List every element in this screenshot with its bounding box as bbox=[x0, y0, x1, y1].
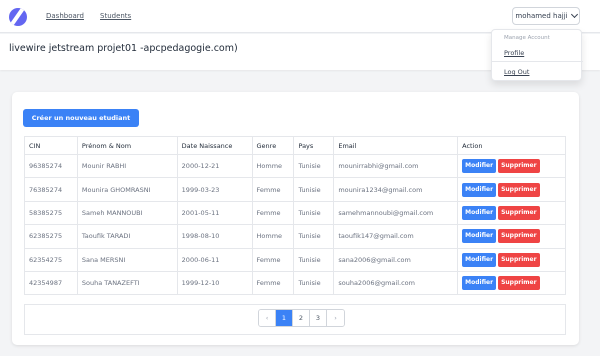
column-header-country: Pays bbox=[293, 136, 335, 155]
cell-country: Tunisie bbox=[293, 247, 335, 272]
edit-button[interactable]: Modifier bbox=[462, 205, 497, 220]
cell-email: sana2006@gmail.com bbox=[333, 247, 459, 272]
cell-cin: 58385275 bbox=[24, 200, 78, 226]
table-row: 62385275 Taoufik TARADI 1998-08-10 Homme… bbox=[24, 224, 566, 249]
students-table: CIN Prénom & Nom Date Naissance Genre Pa… bbox=[24, 136, 566, 296]
column-header-gender: Genre bbox=[251, 136, 295, 155]
edit-button[interactable]: Modifier bbox=[462, 252, 497, 267]
column-header-action: Action bbox=[457, 136, 566, 155]
cell-country: Tunisie bbox=[293, 270, 335, 296]
cell-email: mounirrabhi@gmail.com bbox=[333, 153, 459, 179]
delete-button[interactable]: Supprimer bbox=[498, 159, 540, 174]
delete-button[interactable]: Supprimer bbox=[498, 182, 540, 197]
cell-name: Taoufik TARADI bbox=[76, 224, 178, 249]
cell-cin: 96385274 bbox=[24, 153, 78, 179]
cell-country: Tunisie bbox=[293, 200, 335, 226]
delete-button[interactable]: Supprimer bbox=[498, 205, 540, 220]
logout-link[interactable]: Log Out bbox=[504, 68, 529, 76]
cell-gender: Femme bbox=[251, 247, 295, 272]
column-header-name: Prénom & Nom bbox=[76, 136, 178, 155]
nav-link-dashboard[interactable]: Dashboard bbox=[46, 12, 84, 20]
cell-birthdate: 2001-05-11 bbox=[176, 200, 253, 226]
pagination-next[interactable]: › bbox=[327, 310, 344, 326]
table-header-row: CIN Prénom & Nom Date Naissance Genre Pa… bbox=[24, 136, 566, 155]
cell-actions: Modifier Supprimer bbox=[457, 270, 566, 296]
chevron-down-icon bbox=[570, 10, 578, 19]
dropdown-divider bbox=[492, 61, 583, 62]
cell-email: taoufik147@gmail.com bbox=[333, 224, 459, 249]
nav-link-students[interactable]: Students bbox=[100, 12, 131, 20]
table-row: 42354987 Souha TANAZEFTI 1999-12-10 Femm… bbox=[24, 270, 566, 296]
pagination: ‹ 1 2 3 › bbox=[258, 309, 345, 327]
column-header-email: Email bbox=[333, 136, 459, 155]
pagination-container: ‹ 1 2 3 › bbox=[24, 304, 566, 335]
delete-button[interactable]: Supprimer bbox=[498, 276, 540, 291]
cell-birthdate: 1999-03-23 bbox=[176, 177, 253, 202]
cell-cin: 76385274 bbox=[24, 177, 78, 202]
cell-gender: Femme bbox=[251, 200, 295, 226]
delete-button[interactable]: Supprimer bbox=[498, 252, 540, 267]
pagination-prev[interactable]: ‹ bbox=[259, 310, 276, 326]
cell-country: Tunisie bbox=[293, 224, 335, 249]
dropdown-heading: Manage Account bbox=[504, 35, 550, 41]
user-name: mohamed hajji bbox=[515, 12, 568, 20]
cell-cin: 42354987 bbox=[24, 270, 78, 296]
column-header-birthdate: Date Naissance bbox=[176, 136, 253, 155]
students-card: Créer un nouveau etudiant CIN Prénom & N… bbox=[12, 92, 579, 345]
pagination-page-1[interactable]: 1 bbox=[276, 310, 293, 326]
cell-cin: 62354275 bbox=[24, 247, 78, 272]
pagination-page-2[interactable]: 2 bbox=[293, 310, 310, 326]
table-row: 76385274 Mounira GHOMRASNI 1999-03-23 Fe… bbox=[24, 177, 566, 202]
edit-button[interactable]: Modifier bbox=[462, 182, 497, 197]
delete-button[interactable]: Supprimer bbox=[498, 229, 540, 244]
cell-actions: Modifier Supprimer bbox=[457, 200, 566, 226]
cell-birthdate: 2000-12-21 bbox=[176, 153, 253, 179]
cell-gender: Homme bbox=[251, 153, 295, 179]
page-title: livewire jetstream projet01 -apcpedagogi… bbox=[9, 43, 238, 54]
cell-actions: Modifier Supprimer bbox=[457, 177, 566, 202]
account-dropdown: Manage Account Profile Log Out bbox=[491, 29, 583, 81]
cell-name: Mounira GHOMRASNI bbox=[76, 177, 178, 202]
cell-country: Tunisie bbox=[293, 177, 335, 202]
cell-email: souha2006@gmail.com bbox=[333, 270, 459, 296]
logo-icon[interactable] bbox=[9, 8, 27, 26]
cell-name: Sana MERSNI bbox=[76, 247, 178, 272]
pagination-page-3[interactable]: 3 bbox=[310, 310, 327, 326]
column-header-cin: CIN bbox=[24, 136, 78, 155]
cell-name: Sameh MANNOUBI bbox=[76, 200, 178, 226]
cell-gender: Femme bbox=[251, 177, 295, 202]
cell-name: Souha TANAZEFTI bbox=[76, 270, 178, 296]
cell-email: samehmannoubi@gmail.com bbox=[333, 200, 459, 226]
cell-cin: 62385275 bbox=[24, 224, 78, 249]
user-menu-button[interactable]: mohamed hajji bbox=[512, 7, 580, 25]
table-row: 62354275 Sana MERSNI 2000-06-11 Femme Tu… bbox=[24, 247, 566, 272]
cell-birthdate: 2000-06-11 bbox=[176, 247, 253, 272]
cell-actions: Modifier Supprimer bbox=[457, 153, 566, 179]
table-row: 58385275 Sameh MANNOUBI 2001-05-11 Femme… bbox=[24, 200, 566, 226]
cell-country: Tunisie bbox=[293, 153, 335, 179]
cell-name: Mounir RABHI bbox=[76, 153, 178, 179]
cell-actions: Modifier Supprimer bbox=[457, 247, 566, 272]
cell-gender: Homme bbox=[251, 224, 295, 249]
cell-birthdate: 1999-12-10 bbox=[176, 270, 253, 296]
cell-gender: Femme bbox=[251, 270, 295, 296]
table-row: 96385274 Mounir RABHI 2000-12-21 Homme T… bbox=[24, 153, 566, 179]
create-student-button[interactable]: Créer un nouveau etudiant bbox=[23, 109, 139, 127]
profile-link[interactable]: Profile bbox=[504, 49, 524, 57]
edit-button[interactable]: Modifier bbox=[462, 159, 497, 174]
cell-birthdate: 1998-08-10 bbox=[176, 224, 253, 249]
edit-button[interactable]: Modifier bbox=[462, 229, 497, 244]
cell-email: mounira1234@gmail.com bbox=[333, 177, 459, 202]
cell-actions: Modifier Supprimer bbox=[457, 224, 566, 249]
edit-button[interactable]: Modifier bbox=[462, 276, 497, 291]
